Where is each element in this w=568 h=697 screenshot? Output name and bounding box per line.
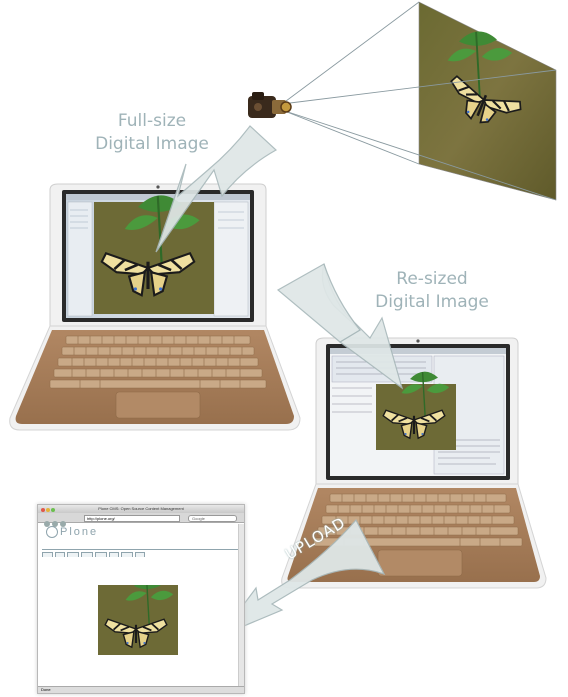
plone-tab[interactable] xyxy=(81,552,93,557)
status-bar: Done xyxy=(38,686,244,693)
camera-icon xyxy=(248,92,292,118)
plone-tab[interactable] xyxy=(94,552,107,557)
close-icon[interactable] xyxy=(41,508,45,512)
caption-resized: Re-sized Digital Image xyxy=(372,268,492,314)
plone-nav-tabs xyxy=(42,543,238,557)
laptop-2 xyxy=(281,337,547,589)
plone-logo-text: Plone xyxy=(60,526,99,538)
search-field[interactable]: Google xyxy=(188,515,237,522)
minimize-icon[interactable] xyxy=(46,508,50,512)
zoom-icon[interactable] xyxy=(51,508,55,512)
trackpad xyxy=(115,391,201,419)
uploaded-image xyxy=(98,585,178,655)
caption-resized-line2: Digital Image xyxy=(375,292,489,312)
plone-tab[interactable] xyxy=(134,552,146,557)
browser-toolbar: http://plone.org/ Google xyxy=(38,513,244,527)
caption-full-size-line2: Digital Image xyxy=(95,134,209,154)
address-bar[interactable]: http://plone.org/ xyxy=(84,515,180,522)
plone-tab[interactable] xyxy=(42,552,53,557)
browser-window: Plone CMS: Open Source Content Managemen… xyxy=(37,504,245,694)
caption-full-size: Full-size Digital Image xyxy=(92,110,212,156)
plone-tab[interactable] xyxy=(108,552,120,557)
plone-tab[interactable] xyxy=(121,552,133,557)
plone-logo-icon xyxy=(46,526,58,539)
caption-resized-line1: Re-sized xyxy=(396,269,468,289)
browser-title: Plone CMS: Open Source Content Managemen… xyxy=(98,506,184,511)
caption-full-size-line1: Full-size xyxy=(117,111,187,131)
plone-logo[interactable]: Plone xyxy=(46,526,99,539)
plone-tab[interactable] xyxy=(67,552,80,557)
plone-tab[interactable] xyxy=(54,552,66,557)
laptop-1 xyxy=(9,183,301,431)
full-size-photo xyxy=(418,1,557,201)
browser-titlebar: Plone CMS: Open Source Content Managemen… xyxy=(38,505,244,513)
keyboard xyxy=(49,335,267,389)
scrollbar[interactable] xyxy=(238,524,244,687)
